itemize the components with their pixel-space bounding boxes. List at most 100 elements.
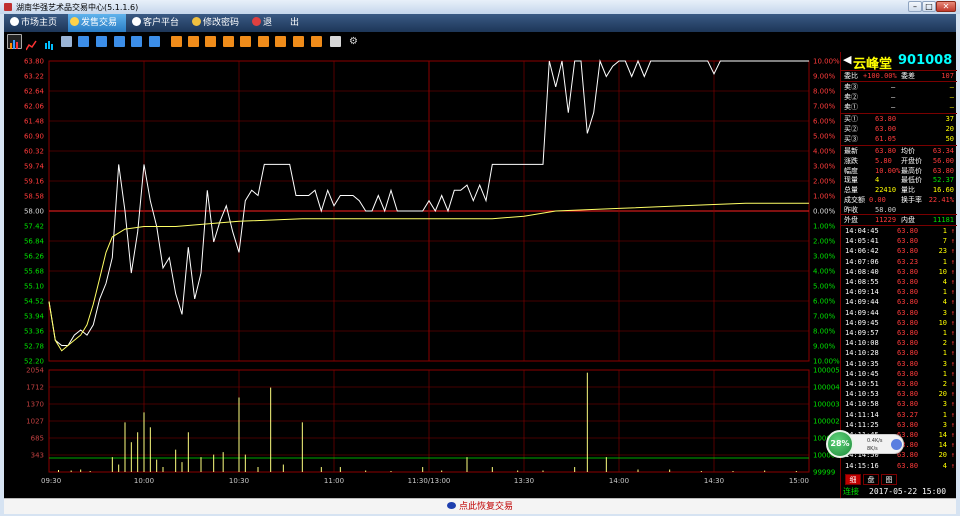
tick-qty: 1 [942, 410, 947, 419]
bid-row: 买③ 61.05 50 [841, 134, 957, 144]
n-icon[interactable] [96, 36, 107, 47]
stat-value: 63.80 [875, 147, 897, 155]
bid-label: 买① [844, 115, 858, 123]
menu-label: 出 [290, 18, 300, 28]
price-tick-label: 55.68 [24, 268, 44, 276]
volume-right-tick-label: 100005 [813, 367, 840, 375]
globe-icon [10, 17, 19, 26]
menu-trade[interactable]: 发售交易 [68, 14, 126, 32]
tool1-icon[interactable] [171, 36, 182, 47]
time-axis-label: 10:30 [229, 477, 249, 485]
globe-icon [132, 17, 141, 26]
menu-bar: 市场主页 发售交易 客户平台 修改密码 退 出 [4, 14, 956, 32]
window-title: 湖南华强艺术品交易中心(5.1.1.6) [16, 3, 139, 12]
network-speed-widget[interactable]: 0.4K/s 8K/s 28% [826, 430, 906, 458]
stat-value-2: 56.00 [932, 156, 954, 165]
tab-book[interactable]: 盘 [863, 474, 879, 485]
tick-row: 14:10:58 63.80 3 ↑ [841, 399, 957, 409]
tick-qty: 2 [942, 380, 947, 388]
tick-time: 14:10:51 [845, 380, 879, 388]
grid-icon[interactable] [78, 36, 89, 47]
calendar-icon[interactable] [61, 36, 72, 47]
stock-code: 901008 [898, 53, 953, 68]
maximize-icon[interactable]: □ [922, 1, 936, 12]
stat-value: 5.80 [875, 156, 892, 165]
tick-row: 14:10:51 63.80 2 ↑ [841, 379, 957, 389]
x-icon[interactable] [149, 36, 160, 47]
speed-pill: 0.4K/s 8K/s [848, 434, 904, 454]
tab-detail[interactable]: 细 [845, 474, 861, 485]
tick-qty: 3 [942, 420, 947, 429]
intraday-chart[interactable]: 63.80 10.00% 63.22 9.00% 62.64 8.00% 62.06 7.00… [4, 52, 840, 498]
gear-icon[interactable]: ⚙ [348, 36, 359, 47]
volume-tick-label: 685 [31, 435, 44, 443]
tick-price: 63.80 [897, 359, 919, 368]
tick-price: 63.80 [897, 329, 919, 337]
prev-stock-icon[interactable]: ◀ [843, 53, 851, 66]
tick-price: 63.80 [897, 247, 919, 256]
tick-price: 63.80 [897, 267, 919, 276]
tick-row: 14:08:55 63.80 4 ↑ [841, 277, 957, 287]
menu-client-platform[interactable]: 客户平台 [130, 14, 186, 32]
stat-label: 最新 [844, 147, 858, 155]
menu-exit-2[interactable]: 出 [288, 14, 308, 32]
tool6-icon[interactable] [258, 36, 269, 47]
volume-tick-label: 1027 [26, 418, 44, 426]
tool3-icon[interactable] [205, 36, 216, 47]
price-tick-label: 56.84 [24, 238, 45, 246]
pen-icon[interactable] [330, 36, 341, 47]
ask-row: 卖③ — — [841, 82, 957, 92]
up-arrow-icon: ↑ [950, 349, 955, 358]
tick-price: 63.80 [897, 288, 919, 297]
bar-chart-icon[interactable] [7, 34, 22, 49]
line-chart-icon[interactable] [25, 36, 37, 51]
restore-trade-label[interactable]: 点此恢复交易 [459, 502, 513, 512]
connection-status: 连接 [843, 487, 859, 496]
tab-chart[interactable]: 图 [881, 474, 897, 485]
z-icon[interactable] [131, 36, 142, 47]
restore-trade-bar[interactable]: 点此恢复交易 [4, 498, 956, 514]
tool5-icon[interactable] [240, 36, 251, 47]
menu-exit[interactable]: 退 [250, 14, 280, 32]
stat-label-2: 开盘价 [901, 156, 922, 165]
tool2-icon[interactable] [188, 36, 199, 47]
minimize-icon[interactable]: – [908, 1, 922, 12]
menu-change-password[interactable]: 修改密码 [190, 14, 246, 32]
outer-value: 11229 [875, 216, 897, 224]
percent-tick-label: 8.00% [813, 88, 836, 96]
bid-price: 63.00 [875, 125, 897, 133]
up-arrow-icon: ↑ [950, 298, 955, 307]
price-tick-label: 53.36 [24, 328, 45, 336]
close-icon[interactable]: ✕ [936, 1, 956, 12]
percent-tick-label: 6.00% [813, 298, 836, 306]
tool7-icon[interactable] [275, 36, 286, 47]
price-tick-label: 62.06 [24, 103, 45, 111]
up-arrow-icon: ↑ [950, 247, 955, 256]
tool9-icon[interactable] [311, 36, 322, 47]
stat-value: 10.00% [875, 166, 901, 175]
eye-icon [446, 502, 456, 509]
up-arrow-icon: ↑ [950, 461, 955, 470]
time-axis-label: 13:30 [514, 477, 534, 485]
candle-icon[interactable] [44, 36, 55, 50]
tick-qty: 10 [938, 267, 947, 276]
ask-price: — [891, 93, 896, 101]
tick-time: 14:11:25 [845, 420, 879, 429]
inner-label: 内盘 [901, 216, 915, 224]
volume-right-tick-label: 99999 [813, 469, 835, 477]
tick-row: 14:06:42 63.80 23 ↑ [841, 246, 957, 256]
volume-tick-label: 2054 [26, 367, 44, 375]
up-arrow-icon: ↑ [950, 257, 955, 266]
tool4-icon[interactable] [223, 36, 234, 47]
bid-label: 买② [844, 125, 858, 133]
tick-time: 14:05:41 [845, 237, 879, 246]
tick-row: 14:10:28 63.80 1 ↑ [841, 348, 957, 358]
m-icon[interactable] [114, 36, 125, 47]
tool8-icon[interactable] [293, 36, 304, 47]
volume-right-tick-label: 100004 [813, 384, 840, 392]
price-tick-label: 58.00 [24, 208, 44, 216]
up-arrow-icon: ↑ [950, 308, 955, 317]
tick-price: 63.80 [897, 298, 919, 307]
menu-market-home[interactable]: 市场主页 [8, 14, 64, 32]
stat-label-2: 均价 [901, 147, 915, 155]
